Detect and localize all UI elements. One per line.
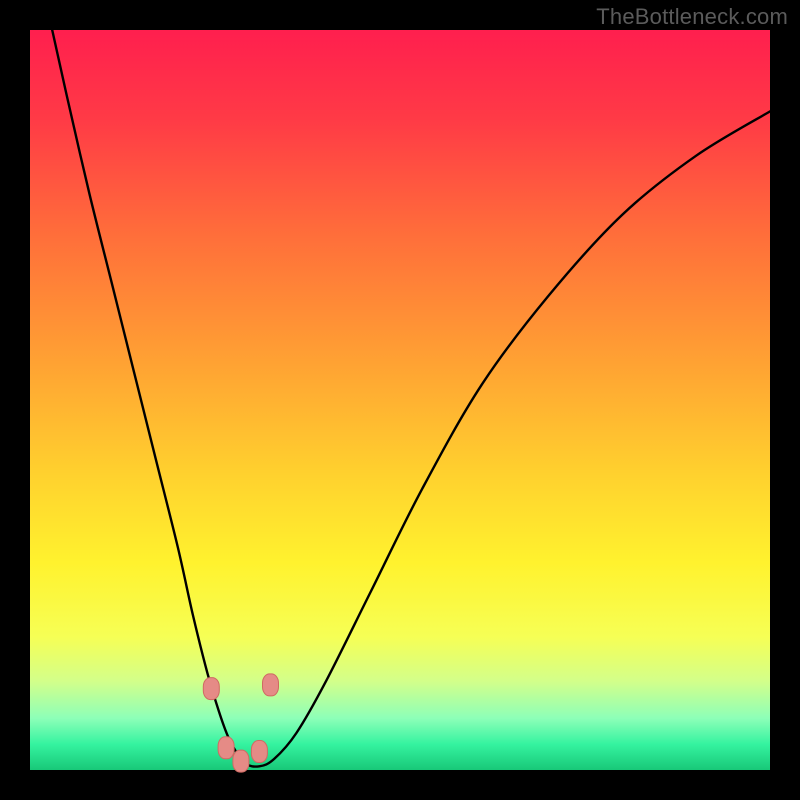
curve-marker bbox=[218, 737, 234, 759]
chart-stage: TheBottleneck.com bbox=[0, 0, 800, 800]
bottleneck-chart bbox=[0, 0, 800, 800]
curve-marker bbox=[263, 674, 279, 696]
watermark-text: TheBottleneck.com bbox=[596, 4, 788, 30]
curve-marker bbox=[203, 678, 219, 700]
curve-marker bbox=[251, 741, 267, 763]
curve-marker bbox=[233, 750, 249, 772]
